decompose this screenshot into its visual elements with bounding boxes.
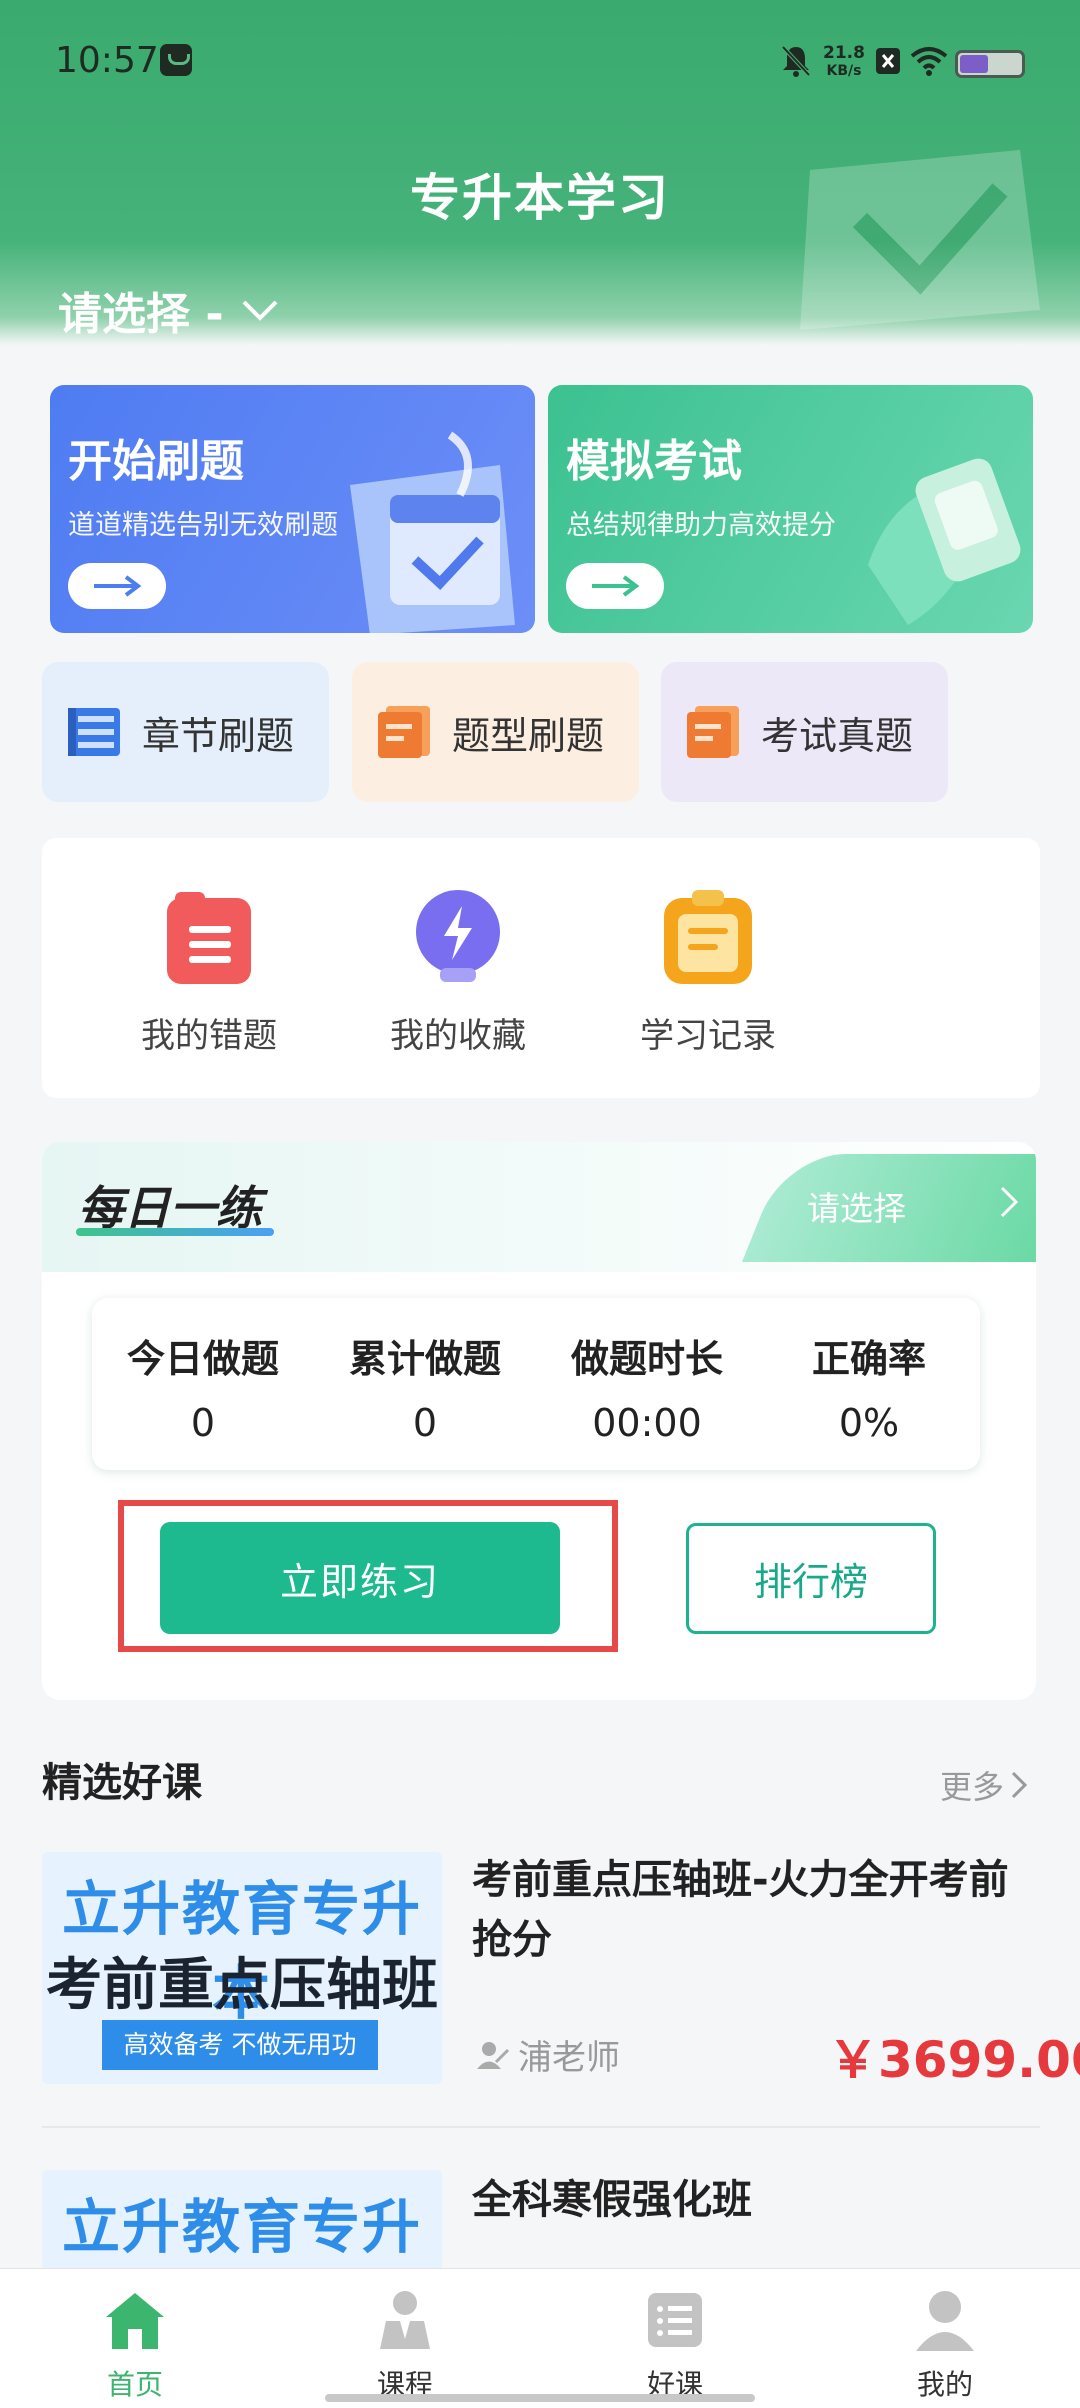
my-wrong-questions-button[interactable]: 我的错题	[99, 838, 319, 1098]
chapter-practice-button[interactable]: 章节刷题	[42, 662, 329, 802]
thumb-line3: 高效备考 不做无用功	[102, 2020, 378, 2070]
question-type-icon	[378, 706, 430, 758]
my-wrong-questions-label: 我的错题	[141, 1016, 277, 1056]
sim-off-icon	[876, 48, 900, 74]
user-icon	[916, 2291, 974, 2351]
question-type-practice-button[interactable]: 题型刷题	[352, 662, 639, 802]
home-icon	[106, 2293, 164, 2349]
network-speed-unit: KB/s	[826, 63, 862, 79]
chevron-right-icon	[1011, 1771, 1028, 1799]
stat-accuracy: 正确率 0%	[758, 1298, 980, 1470]
tab-courses[interactable]: 课程	[270, 2269, 540, 2408]
mute-icon	[781, 45, 811, 77]
arrow-right-icon	[592, 575, 640, 597]
bottom-tab-bar: 首页 课程 好课 我的	[0, 2268, 1080, 2408]
network-speed: 21.8 KB/s	[822, 44, 866, 80]
stat-duration: 做题时长 00:00	[536, 1298, 758, 1470]
stat-value: 0%	[838, 1401, 900, 1445]
featured-courses-title: 精选好课	[42, 1760, 202, 1806]
course-title[interactable]: 全科寒假强化班	[472, 2170, 1052, 2230]
stat-label: 做题时长	[570, 1337, 723, 1381]
calendar-illustration-icon	[350, 431, 515, 633]
course-title-line1: 全科寒假强化班	[472, 2177, 752, 2223]
favorites-icon	[416, 890, 500, 982]
study-record-icon	[664, 890, 752, 984]
my-favorites-button[interactable]: 我的收藏	[348, 838, 568, 1098]
stat-label: 累计做题	[348, 1337, 501, 1381]
start-practice-card[interactable]: 开始刷题 道道精选告别无效刷题	[50, 385, 535, 633]
daily-subject-select[interactable]: 请选择	[807, 1182, 906, 1230]
tab-mine-label: 我的	[916, 2368, 973, 2401]
teacher-icon	[477, 2041, 510, 2069]
page-title: 专升本学习	[410, 169, 670, 227]
subject-selector-label: 请选择 -	[58, 289, 224, 340]
chevron-right-icon[interactable]	[992, 1182, 1028, 1222]
mock-exam-title: 模拟考试	[566, 436, 742, 487]
stat-label: 今日做题	[126, 1337, 279, 1381]
ranking-button[interactable]: 排行榜	[686, 1523, 936, 1634]
exam-paper-icon	[687, 706, 739, 758]
arrow-right-icon	[94, 575, 142, 597]
question-type-practice-label: 题型刷题	[452, 713, 605, 758]
course-title-line2: 抢分	[472, 1917, 552, 1963]
study-record-label: 学习记录	[640, 1016, 776, 1056]
tab-mine[interactable]: 我的	[810, 2269, 1080, 2408]
daily-stats: 今日做题 0 累计做题 0 做题时长 00:00 正确率 0%	[92, 1298, 980, 1470]
real-exam-button[interactable]: 考试真题	[661, 662, 948, 802]
mock-exam-card[interactable]: 模拟考试 总结规律助力高效提分	[548, 385, 1033, 633]
course-thumbnail[interactable]: 立升教育专升本 考前重点压轴班 高效备考 不做无用功	[42, 1852, 442, 2084]
stat-value: 00:00	[592, 1401, 702, 1445]
cup-illustration-icon	[868, 458, 1021, 625]
course-thumbnail[interactable]: 立升教育专升本 全科寒假强化班	[42, 2170, 442, 2270]
chapter-icon	[68, 708, 120, 756]
home-indicator[interactable]	[325, 2394, 755, 2402]
wifi-icon	[910, 47, 948, 76]
daily-title-underline	[76, 1228, 274, 1236]
mock-exam-subtitle: 总结规律助力高效提分	[566, 510, 836, 541]
tab-good-courses[interactable]: 好课	[540, 2269, 810, 2408]
start-practice-arrow-button[interactable]	[68, 563, 166, 609]
quick-links-panel: 我的错题 我的收藏 学习记录	[42, 838, 1040, 1098]
stat-value: 0	[190, 1401, 216, 1445]
list-icon	[648, 2293, 702, 2347]
subject-selector[interactable]: 请选择 -	[58, 278, 280, 342]
more-label: 更多	[940, 1768, 1005, 1806]
course-price: ￥3699.00	[828, 2031, 1080, 2089]
course-title[interactable]: 考前重点压轴班-火力全开考前 抢分	[472, 1850, 1052, 1970]
study-record-button[interactable]: 学习记录	[598, 838, 818, 1098]
start-practice-title: 开始刷题	[68, 436, 244, 487]
chevron-down-icon	[242, 300, 278, 321]
start-practice-subtitle: 道道精选告别无效刷题	[68, 510, 338, 541]
stat-label: 正确率	[811, 1337, 926, 1381]
thumb-line2: 考前重点压轴班	[46, 1953, 438, 2018]
course-title-line1: 考前重点压轴班-火力全开考前	[472, 1857, 1009, 1903]
battery-icon	[955, 50, 1025, 78]
course-teacher: 浦老师	[476, 2030, 620, 2079]
more-courses-link[interactable]: 更多	[940, 1762, 1030, 1808]
status-time: 10:57	[55, 40, 159, 81]
notification-icon	[160, 44, 192, 76]
real-exam-label: 考试真题	[761, 713, 914, 758]
stat-value: 0	[412, 1401, 438, 1445]
teacher-name: 浦老师	[518, 2038, 620, 2078]
practice-now-button[interactable]: 立即练习	[160, 1522, 560, 1634]
wrong-questions-icon	[167, 892, 251, 984]
network-speed-value: 21.8	[823, 43, 865, 63]
chapter-practice-label: 章节刷题	[142, 713, 295, 758]
stat-total: 累计做题 0	[314, 1298, 536, 1470]
stat-today: 今日做题 0	[92, 1298, 314, 1470]
tab-home-label: 首页	[106, 2368, 163, 2401]
mock-exam-arrow-button[interactable]	[566, 563, 664, 609]
course-divider	[42, 2126, 1040, 2128]
tab-home[interactable]: 首页	[0, 2269, 270, 2408]
teacher-course-icon	[380, 2291, 430, 2349]
my-favorites-label: 我的收藏	[390, 1016, 526, 1056]
